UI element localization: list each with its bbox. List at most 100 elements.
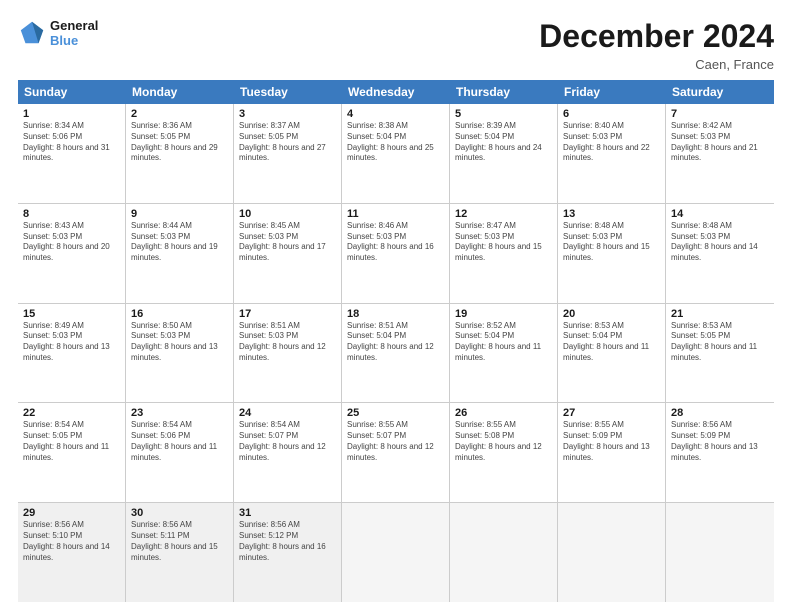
cell-details: Sunrise: 8:43 AM Sunset: 5:03 PM Dayligh… xyxy=(23,221,120,264)
calendar-week-2: 8Sunrise: 8:43 AM Sunset: 5:03 PM Daylig… xyxy=(18,204,774,304)
day-number: 3 xyxy=(239,108,336,120)
header-tuesday: Tuesday xyxy=(234,80,342,104)
calendar-cell: 17Sunrise: 8:51 AM Sunset: 5:03 PM Dayli… xyxy=(234,304,342,403)
cell-details: Sunrise: 8:39 AM Sunset: 5:04 PM Dayligh… xyxy=(455,121,552,164)
header: General Blue December 2024 Caen, France xyxy=(18,18,774,72)
calendar-cell: 15Sunrise: 8:49 AM Sunset: 5:03 PM Dayli… xyxy=(18,304,126,403)
calendar-cell: 4Sunrise: 8:38 AM Sunset: 5:04 PM Daylig… xyxy=(342,104,450,203)
day-number: 20 xyxy=(563,308,660,320)
day-number: 22 xyxy=(23,407,120,419)
calendar-body: 1Sunrise: 8:34 AM Sunset: 5:06 PM Daylig… xyxy=(18,104,774,602)
header-thursday: Thursday xyxy=(450,80,558,104)
calendar-cell: 21Sunrise: 8:53 AM Sunset: 5:05 PM Dayli… xyxy=(666,304,774,403)
calendar-cell: 7Sunrise: 8:42 AM Sunset: 5:03 PM Daylig… xyxy=(666,104,774,203)
cell-details: Sunrise: 8:42 AM Sunset: 5:03 PM Dayligh… xyxy=(671,121,769,164)
cell-details: Sunrise: 8:38 AM Sunset: 5:04 PM Dayligh… xyxy=(347,121,444,164)
cell-details: Sunrise: 8:55 AM Sunset: 5:07 PM Dayligh… xyxy=(347,420,444,463)
header-monday: Monday xyxy=(126,80,234,104)
title-block: December 2024 Caen, France xyxy=(539,18,774,72)
day-number: 10 xyxy=(239,208,336,220)
cell-details: Sunrise: 8:54 AM Sunset: 5:07 PM Dayligh… xyxy=(239,420,336,463)
day-number: 31 xyxy=(239,507,336,519)
calendar-cell: 29Sunrise: 8:56 AM Sunset: 5:10 PM Dayli… xyxy=(18,503,126,602)
calendar-cell: 24Sunrise: 8:54 AM Sunset: 5:07 PM Dayli… xyxy=(234,403,342,502)
calendar-cell xyxy=(342,503,450,602)
calendar-cell: 30Sunrise: 8:56 AM Sunset: 5:11 PM Dayli… xyxy=(126,503,234,602)
calendar-cell: 1Sunrise: 8:34 AM Sunset: 5:06 PM Daylig… xyxy=(18,104,126,203)
cell-details: Sunrise: 8:56 AM Sunset: 5:09 PM Dayligh… xyxy=(671,420,769,463)
calendar-cell: 25Sunrise: 8:55 AM Sunset: 5:07 PM Dayli… xyxy=(342,403,450,502)
calendar-week-4: 22Sunrise: 8:54 AM Sunset: 5:05 PM Dayli… xyxy=(18,403,774,503)
day-number: 1 xyxy=(23,108,120,120)
cell-details: Sunrise: 8:51 AM Sunset: 5:03 PM Dayligh… xyxy=(239,321,336,364)
cell-details: Sunrise: 8:55 AM Sunset: 5:08 PM Dayligh… xyxy=(455,420,552,463)
cell-details: Sunrise: 8:53 AM Sunset: 5:04 PM Dayligh… xyxy=(563,321,660,364)
day-number: 19 xyxy=(455,308,552,320)
day-number: 4 xyxy=(347,108,444,120)
day-number: 6 xyxy=(563,108,660,120)
cell-details: Sunrise: 8:55 AM Sunset: 5:09 PM Dayligh… xyxy=(563,420,660,463)
cell-details: Sunrise: 8:34 AM Sunset: 5:06 PM Dayligh… xyxy=(23,121,120,164)
day-number: 2 xyxy=(131,108,228,120)
cell-details: Sunrise: 8:50 AM Sunset: 5:03 PM Dayligh… xyxy=(131,321,228,364)
cell-details: Sunrise: 8:48 AM Sunset: 5:03 PM Dayligh… xyxy=(671,221,769,264)
calendar-cell: 20Sunrise: 8:53 AM Sunset: 5:04 PM Dayli… xyxy=(558,304,666,403)
calendar-cell: 3Sunrise: 8:37 AM Sunset: 5:05 PM Daylig… xyxy=(234,104,342,203)
cell-details: Sunrise: 8:56 AM Sunset: 5:10 PM Dayligh… xyxy=(23,520,120,563)
calendar-cell: 12Sunrise: 8:47 AM Sunset: 5:03 PM Dayli… xyxy=(450,204,558,303)
calendar-week-3: 15Sunrise: 8:49 AM Sunset: 5:03 PM Dayli… xyxy=(18,304,774,404)
day-number: 8 xyxy=(23,208,120,220)
calendar-cell: 8Sunrise: 8:43 AM Sunset: 5:03 PM Daylig… xyxy=(18,204,126,303)
calendar-cell xyxy=(666,503,774,602)
day-number: 7 xyxy=(671,108,769,120)
cell-details: Sunrise: 8:53 AM Sunset: 5:05 PM Dayligh… xyxy=(671,321,769,364)
calendar-cell: 19Sunrise: 8:52 AM Sunset: 5:04 PM Dayli… xyxy=(450,304,558,403)
day-number: 15 xyxy=(23,308,120,320)
cell-details: Sunrise: 8:51 AM Sunset: 5:04 PM Dayligh… xyxy=(347,321,444,364)
cell-details: Sunrise: 8:40 AM Sunset: 5:03 PM Dayligh… xyxy=(563,121,660,164)
day-number: 12 xyxy=(455,208,552,220)
cell-details: Sunrise: 8:54 AM Sunset: 5:05 PM Dayligh… xyxy=(23,420,120,463)
day-number: 29 xyxy=(23,507,120,519)
calendar-cell: 18Sunrise: 8:51 AM Sunset: 5:04 PM Dayli… xyxy=(342,304,450,403)
calendar-cell: 11Sunrise: 8:46 AM Sunset: 5:03 PM Dayli… xyxy=(342,204,450,303)
calendar-cell: 5Sunrise: 8:39 AM Sunset: 5:04 PM Daylig… xyxy=(450,104,558,203)
day-number: 16 xyxy=(131,308,228,320)
calendar-cell: 23Sunrise: 8:54 AM Sunset: 5:06 PM Dayli… xyxy=(126,403,234,502)
header-wednesday: Wednesday xyxy=(342,80,450,104)
cell-details: Sunrise: 8:56 AM Sunset: 5:12 PM Dayligh… xyxy=(239,520,336,563)
calendar-week-5: 29Sunrise: 8:56 AM Sunset: 5:10 PM Dayli… xyxy=(18,503,774,602)
cell-details: Sunrise: 8:45 AM Sunset: 5:03 PM Dayligh… xyxy=(239,221,336,264)
logo: General Blue xyxy=(18,18,98,48)
calendar-cell: 28Sunrise: 8:56 AM Sunset: 5:09 PM Dayli… xyxy=(666,403,774,502)
day-number: 18 xyxy=(347,308,444,320)
calendar-cell: 16Sunrise: 8:50 AM Sunset: 5:03 PM Dayli… xyxy=(126,304,234,403)
day-number: 24 xyxy=(239,407,336,419)
logo-text: General Blue xyxy=(50,18,98,48)
calendar-cell: 31Sunrise: 8:56 AM Sunset: 5:12 PM Dayli… xyxy=(234,503,342,602)
location: Caen, France xyxy=(539,57,774,72)
day-number: 23 xyxy=(131,407,228,419)
cell-details: Sunrise: 8:36 AM Sunset: 5:05 PM Dayligh… xyxy=(131,121,228,164)
day-number: 27 xyxy=(563,407,660,419)
page: General Blue December 2024 Caen, France … xyxy=(0,0,792,612)
day-number: 9 xyxy=(131,208,228,220)
header-sunday: Sunday xyxy=(18,80,126,104)
calendar-cell xyxy=(558,503,666,602)
day-number: 28 xyxy=(671,407,769,419)
calendar-cell: 10Sunrise: 8:45 AM Sunset: 5:03 PM Dayli… xyxy=(234,204,342,303)
cell-details: Sunrise: 8:54 AM Sunset: 5:06 PM Dayligh… xyxy=(131,420,228,463)
calendar-cell: 26Sunrise: 8:55 AM Sunset: 5:08 PM Dayli… xyxy=(450,403,558,502)
cell-details: Sunrise: 8:44 AM Sunset: 5:03 PM Dayligh… xyxy=(131,221,228,264)
calendar-week-1: 1Sunrise: 8:34 AM Sunset: 5:06 PM Daylig… xyxy=(18,104,774,204)
month-title: December 2024 xyxy=(539,18,774,55)
calendar-cell xyxy=(450,503,558,602)
day-number: 14 xyxy=(671,208,769,220)
day-number: 13 xyxy=(563,208,660,220)
calendar-cell: 14Sunrise: 8:48 AM Sunset: 5:03 PM Dayli… xyxy=(666,204,774,303)
day-number: 25 xyxy=(347,407,444,419)
cell-details: Sunrise: 8:37 AM Sunset: 5:05 PM Dayligh… xyxy=(239,121,336,164)
cell-details: Sunrise: 8:56 AM Sunset: 5:11 PM Dayligh… xyxy=(131,520,228,563)
day-number: 17 xyxy=(239,308,336,320)
calendar-cell: 13Sunrise: 8:48 AM Sunset: 5:03 PM Dayli… xyxy=(558,204,666,303)
